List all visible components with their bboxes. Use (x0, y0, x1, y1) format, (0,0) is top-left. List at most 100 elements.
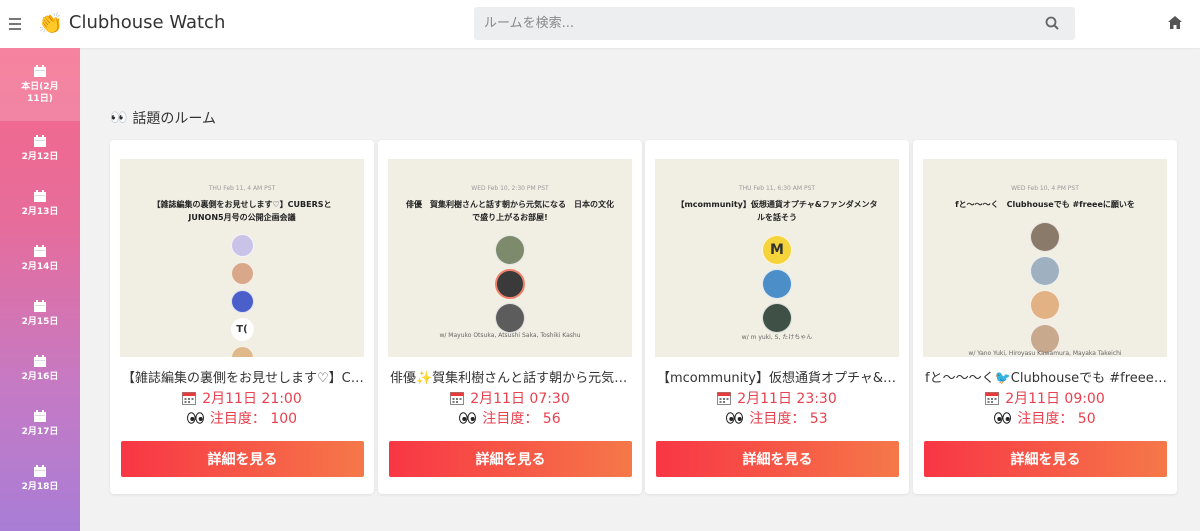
room-date-text: 2月11日 07:30 (470, 391, 570, 407)
thumbnail-date: THU Feb 11, 4 AM PST (208, 185, 276, 192)
calendar-icon (34, 64, 46, 77)
calendar-icon (450, 391, 465, 405)
sidebar-item-label: 2月16日 (21, 371, 59, 382)
avatar: T( (230, 318, 254, 341)
sidebar-item-label: 2月15日 (21, 316, 59, 327)
sidebar-item-feb14[interactable]: 2月14日 (0, 231, 80, 286)
thumbnail-date: WED Feb 10, 4 PM PST (1011, 185, 1079, 192)
speaker-avatars (388, 235, 632, 337)
avatar: M (762, 235, 792, 265)
calendar-icon (34, 409, 46, 422)
clapping-hands-icon: 👏 (38, 11, 63, 35)
room-card: WED Feb 10, 2:30 PM PST 俳優 賀集利樹さんと話す朝から元… (378, 140, 642, 494)
calendar-icon (34, 189, 46, 202)
room-date: 2月11日 23:30 (645, 388, 909, 408)
view-details-button[interactable]: 詳細を見る (389, 441, 632, 477)
room-date-text: 2月11日 09:00 (1005, 391, 1105, 407)
carousel-prev-button[interactable] (114, 411, 138, 437)
avatar (230, 262, 254, 285)
thumbnail-speakers: w/ Mayuko Otsuka, Atsushi Saka, Toshiki … (439, 332, 581, 339)
app-title: Clubhouse Watch (68, 12, 226, 33)
sidebar-item-label: 2月14日 (21, 261, 59, 272)
calendar-icon (34, 464, 46, 477)
speaker-avatars (923, 222, 1167, 357)
view-details-button[interactable]: 詳細を見る (121, 441, 364, 477)
eyes-icon (994, 412, 1012, 424)
home-icon[interactable] (1168, 16, 1182, 29)
eyes-icon (459, 412, 477, 424)
room-thumbnail[interactable]: THU Feb 11, 6:30 AM PST 【mcommunity】仮想通貨… (655, 159, 899, 357)
speaker-avatars: T( (120, 234, 364, 357)
view-details-button[interactable]: 詳細を見る (924, 441, 1167, 477)
avatar (495, 303, 525, 333)
calendar-icon (34, 134, 46, 147)
room-attention: 注目度： 53 (645, 408, 909, 428)
room-date-text: 2月11日 23:30 (737, 391, 837, 407)
sidebar-item-feb17[interactable]: 2月17日 (0, 396, 80, 451)
room-date: 2月11日 21:00 (110, 388, 374, 408)
section-heading: 👀 話題のルーム (110, 108, 216, 128)
room-date: 2月11日 09:00 (913, 388, 1177, 408)
eyes-icon (186, 412, 204, 424)
search-icon[interactable] (1045, 16, 1059, 30)
avatar (762, 303, 792, 333)
room-thumbnail[interactable]: THU Feb 11, 4 AM PST 【雑誌編集の裏側をお見せします♡】CU… (120, 159, 364, 357)
sidebar-item-feb12[interactable]: 2月12日 (0, 121, 80, 176)
room-date-text: 2月11日 21:00 (202, 391, 302, 407)
room-title[interactable]: 俳優✨賀集利樹さんと話す朝から元気になる日本の文化で盛り上がるお部屋 (390, 367, 632, 386)
thumbnail-date: WED Feb 10, 2:30 PM PST (471, 185, 549, 192)
room-thumbnail[interactable]: WED Feb 10, 2:30 PM PST 俳優 賀集利樹さんと話す朝から元… (388, 159, 632, 357)
avatar (230, 346, 254, 357)
room-card: THU Feb 11, 4 AM PST 【雑誌編集の裏側をお見せします♡】CU… (110, 140, 374, 494)
sidebar-item-label: 2月18日 (21, 481, 59, 492)
room-title[interactable]: fと〜〜〜く🐦Clubhouseでも #freeeに願いを (925, 367, 1167, 386)
room-card: THU Feb 11, 6:30 AM PST 【mcommunity】仮想通貨… (645, 140, 909, 494)
avatar (230, 234, 254, 257)
room-attention: 注目度： 56 (378, 408, 642, 428)
app-logo[interactable]: 👏 Clubhouse Watch (38, 11, 225, 35)
thumbnail-title: 【mcommunity】仮想通貨オプチャ&ファンダメンタルを話そう (676, 200, 878, 222)
sidebar-item-label: 2月12日 (21, 151, 59, 162)
avatar (762, 269, 792, 299)
avatar (1030, 290, 1060, 320)
calendar-icon (34, 244, 46, 257)
sidebar-item-feb18[interactable]: 2月18日 (0, 451, 80, 506)
sidebar-item-today[interactable]: 本日(2月11日) (0, 48, 80, 121)
sidebar-item-feb15[interactable]: 2月15日 (0, 286, 80, 341)
search-input[interactable] (474, 7, 1014, 40)
avatar (1030, 222, 1060, 252)
sidebar-item-feb16[interactable]: 2月16日 (0, 341, 80, 396)
avatar (230, 290, 254, 313)
avatar (495, 235, 525, 265)
section-title: 話題のルーム (132, 111, 217, 127)
room-attention-text: 注目度： 50 (1017, 411, 1096, 427)
room-title[interactable]: 【雑誌編集の裏側をお見せします♡】CUBERSとJUNON5月号の公開企画会議 (122, 367, 364, 386)
top-bar: 👏 Clubhouse Watch (0, 0, 1200, 48)
search-bar (474, 7, 1075, 40)
hamburger-menu-icon[interactable] (9, 15, 23, 33)
view-details-button[interactable]: 詳細を見る (656, 441, 899, 477)
calendar-icon (182, 391, 197, 405)
sidebar-item-feb13[interactable]: 2月13日 (0, 176, 80, 231)
chevron-right-icon (1155, 419, 1162, 429)
thumbnail-title: fと〜〜〜く Clubhouseでも #freeeに願いを (955, 200, 1135, 209)
room-thumbnail[interactable]: WED Feb 10, 4 PM PST fと〜〜〜く Clubhouseでも … (923, 159, 1167, 357)
room-attention-text: 注目度： 100 (209, 411, 298, 427)
room-card: WED Feb 10, 4 PM PST fと〜〜〜く Clubhouseでも … (913, 140, 1177, 494)
thumbnail-date: THU Feb 11, 6:30 AM PST (738, 185, 816, 192)
chevron-left-icon (122, 419, 129, 429)
room-attention-text: 注目度： 56 (482, 411, 561, 427)
sidebar-item-label: 2月13日 (21, 206, 59, 217)
carousel-next-button[interactable] (1146, 411, 1170, 437)
speaker-avatars: M (655, 235, 899, 337)
thumbnail-speakers: w/ Yano Yuki, Hiroyasu Kawamura, Mayaka … (968, 350, 1122, 357)
calendar-icon (34, 299, 46, 312)
thumbnail-title: 【雑誌編集の裏側をお見せします♡】CUBERSとJUNON5月号の公開企画会議 (152, 200, 332, 222)
room-date: 2月11日 07:30 (378, 388, 642, 408)
calendar-icon (717, 391, 732, 405)
avatar (1030, 256, 1060, 286)
room-attention: 注目度： 100 (110, 408, 374, 428)
room-attention: 注目度： 50 (913, 408, 1177, 428)
room-title[interactable]: 【mcommunity】仮想通貨オプチャ&ファンダメンタルを話そう (657, 367, 899, 386)
room-attention-text: 注目度： 53 (749, 411, 828, 427)
